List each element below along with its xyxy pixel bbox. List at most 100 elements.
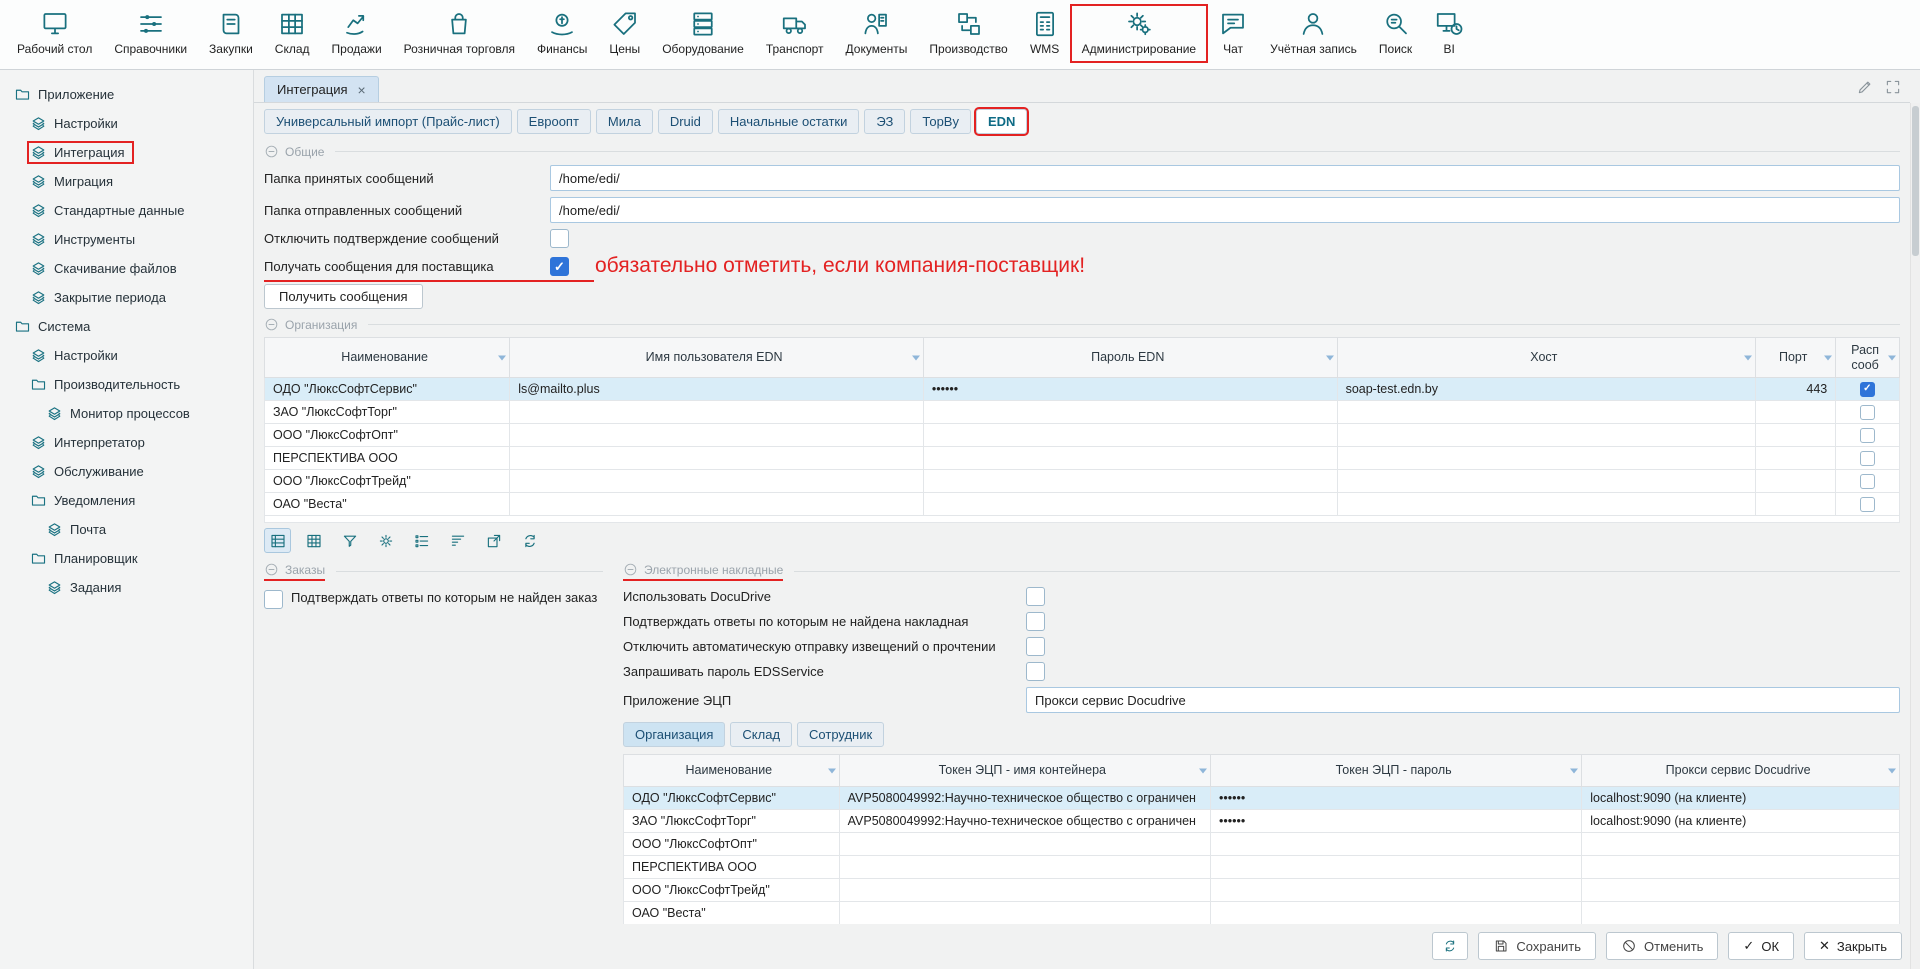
waybill-tab-организация[interactable]: Организация xyxy=(623,722,725,747)
subtab-мила[interactable]: Мила xyxy=(596,109,653,134)
distribute-checkbox[interactable] xyxy=(1860,405,1875,420)
main-scrollbar[interactable] xyxy=(1910,103,1920,969)
org-table-row[interactable]: ПЕРСПЕКТИВА ООО xyxy=(265,447,1900,470)
waybill-option-checkbox-запрашивать-пароль-edsservice[interactable] xyxy=(1026,662,1045,681)
collapse-icon[interactable] xyxy=(623,562,638,577)
toolbar-item-retail[interactable]: Розничная торговля xyxy=(393,5,526,62)
tab-close-icon[interactable]: × xyxy=(358,83,366,97)
column-header-токен-эцп-пароль[interactable]: Токен ЭЦП - пароль xyxy=(1210,755,1581,787)
toolbar-item-bi[interactable]: BI xyxy=(1423,5,1475,62)
received-folder-input[interactable]: /home/edi/ xyxy=(550,165,1900,191)
toolbar-item-production[interactable]: Производство xyxy=(918,5,1018,62)
waybill-tab-сотрудник[interactable]: Сотрудник xyxy=(797,722,884,747)
org-table-row[interactable]: ООО "ЛюксСофтТрейд" xyxy=(265,470,1900,493)
export-tool-icon[interactable] xyxy=(480,528,507,553)
sidebar-item-приложение[interactable]: Приложение xyxy=(0,80,253,109)
waybill-table-row[interactable]: ОДО "ЛюксСофтСервис"AVP5080049992:Научно… xyxy=(624,787,1900,810)
sortlist-tool-icon[interactable] xyxy=(444,528,471,553)
column-header-расп-сооб[interactable]: Расп сооб xyxy=(1836,338,1900,378)
distribute-checkbox[interactable] xyxy=(1860,474,1875,489)
refresh-button[interactable] xyxy=(1432,932,1468,960)
ok-button[interactable]: ✓ ОК xyxy=(1728,932,1794,960)
sidebar-item-уведомления[interactable]: Уведомления xyxy=(0,486,253,515)
supplier-messages-checkbox[interactable] xyxy=(550,257,569,276)
toolbar-item-administration[interactable]: Администрирование xyxy=(1071,5,1207,62)
refresh2-tool-icon[interactable] xyxy=(516,528,543,553)
sidebar-item-настройки[interactable]: Настройки xyxy=(0,341,253,370)
ecp-app-input[interactable]: Прокси сервис Docudrive xyxy=(1026,687,1900,713)
org-table-row[interactable]: ОАО "Веста" xyxy=(265,493,1900,516)
tab-integration[interactable]: Интеграция × xyxy=(264,76,379,102)
sidebar-item-миграция[interactable]: Миграция xyxy=(0,167,253,196)
sidebar-item-инструменты[interactable]: Инструменты xyxy=(0,225,253,254)
sidebar-item-интерпретатор[interactable]: Интерпретатор xyxy=(0,428,253,457)
toolbar-item-references[interactable]: Справочники xyxy=(103,5,198,62)
collapse-icon[interactable] xyxy=(264,317,279,332)
toolbar-item-search[interactable]: Поиск xyxy=(1368,5,1423,62)
sidebar-item-скачивание-файлов[interactable]: Скачивание файлов xyxy=(0,254,253,283)
toolbar-item-transport[interactable]: Транспорт xyxy=(755,5,835,62)
subtab-начальные-остатки[interactable]: Начальные остатки xyxy=(718,109,859,134)
orders-confirm-checkbox[interactable] xyxy=(264,590,283,609)
grid-tool-icon[interactable] xyxy=(300,528,327,553)
waybill-table-row[interactable]: ПЕРСПЕКТИВА ООО xyxy=(624,856,1900,879)
column-header-наименование[interactable]: Наименование xyxy=(265,338,510,378)
distribute-checkbox[interactable] xyxy=(1860,451,1875,466)
waybill-option-checkbox-использовать-docudrive[interactable] xyxy=(1026,587,1045,606)
waybill-table-row[interactable]: ОАО "Веста" xyxy=(624,902,1900,925)
sidebar-item-система[interactable]: Система xyxy=(0,312,253,341)
filter-tool-icon[interactable] xyxy=(336,528,363,553)
sidebar-item-планировщик[interactable]: Планировщик xyxy=(0,544,253,573)
toolbar-item-documents[interactable]: Документы xyxy=(835,5,919,62)
gear-tool-icon[interactable] xyxy=(372,528,399,553)
distribute-checkbox[interactable] xyxy=(1860,428,1875,443)
sidebar-item-интеграция[interactable]: Интеграция xyxy=(0,138,253,167)
waybill-tab-склад[interactable]: Склад xyxy=(730,722,792,747)
save-button[interactable]: Сохранить xyxy=(1478,932,1596,960)
subtab-эз[interactable]: ЭЗ xyxy=(864,109,905,134)
subtab-edn[interactable]: EDN xyxy=(976,109,1027,134)
numlist-tool-icon[interactable] xyxy=(408,528,435,553)
sidebar-item-закрытие-периода[interactable]: Закрытие периода xyxy=(0,283,253,312)
column-header-наименование[interactable]: Наименование xyxy=(624,755,840,787)
close-button[interactable]: ✕ Закрыть xyxy=(1804,932,1902,960)
toolbar-item-finance[interactable]: Финансы xyxy=(526,5,598,62)
waybill-table-row[interactable]: ООО "ЛюксСофтОпт" xyxy=(624,833,1900,856)
sidebar-item-стандартные-данные[interactable]: Стандартные данные xyxy=(0,196,253,225)
toolbar-item-wms[interactable]: WMS xyxy=(1019,5,1071,62)
subtab-торby[interactable]: ТорBy xyxy=(910,109,971,134)
toolbar-item-warehouse[interactable]: Склад xyxy=(264,5,321,62)
column-header-токен-эцп-имя-контейнера[interactable]: Токен ЭЦП - имя контейнера xyxy=(839,755,1210,787)
collapse-icon[interactable] xyxy=(264,562,279,577)
column-header-прокси-сервис-docudrive[interactable]: Прокси сервис Docudrive xyxy=(1582,755,1900,787)
distribute-checkbox[interactable] xyxy=(1860,497,1875,512)
column-header-имя-пользователя-edn[interactable]: Имя пользователя EDN xyxy=(510,338,924,378)
cancel-button[interactable]: Отменить xyxy=(1606,932,1718,960)
sidebar-item-монитор-процессов[interactable]: Монитор процессов xyxy=(0,399,253,428)
toolbar-item-equipment[interactable]: Оборудование xyxy=(651,5,755,62)
toolbar-item-sales[interactable]: Продажи xyxy=(321,5,393,62)
sent-folder-input[interactable]: /home/edi/ xyxy=(550,197,1900,223)
org-table-row[interactable]: ООО "ЛюксСофтОпт" xyxy=(265,424,1900,447)
subtab-универсальный-импорт-прайс-лист[interactable]: Универсальный импорт (Прайс-лист) xyxy=(264,109,512,134)
waybill-table-row[interactable]: ООО "ЛюксСофтТрейд" xyxy=(624,879,1900,902)
sidebar-item-обслуживание[interactable]: Обслуживание xyxy=(0,457,253,486)
column-header-хост[interactable]: Хост xyxy=(1337,338,1756,378)
org-table-row[interactable]: ОДО "ЛюксСофтСервис"ls@mailto.plus •••••… xyxy=(265,378,1900,401)
edit-pencil-icon[interactable] xyxy=(1856,78,1874,96)
sidebar-item-задания[interactable]: Задания xyxy=(0,573,253,602)
subtab-druid[interactable]: Druid xyxy=(658,109,713,134)
sidebar-item-производительность[interactable]: Производительность xyxy=(0,370,253,399)
scrollbar-thumb[interactable] xyxy=(1912,106,1919,256)
rows-tool-icon[interactable] xyxy=(264,528,291,553)
disable-confirm-checkbox[interactable] xyxy=(550,229,569,248)
org-table-row[interactable]: ЗАО "ЛюксСофтТорг" xyxy=(265,401,1900,424)
toolbar-item-purchases[interactable]: Закупки xyxy=(198,5,264,62)
toolbar-item-account[interactable]: Учётная запись xyxy=(1259,5,1368,62)
collapse-icon[interactable] xyxy=(264,144,279,159)
sidebar-item-настройки[interactable]: Настройки xyxy=(0,109,253,138)
sidebar-item-почта[interactable]: Почта xyxy=(0,515,253,544)
waybill-option-checkbox-подтверждать-ответы-по-которым-не-найдена-накладная[interactable] xyxy=(1026,612,1045,631)
distribute-checkbox[interactable] xyxy=(1860,382,1875,397)
maximize-icon[interactable] xyxy=(1884,78,1902,96)
